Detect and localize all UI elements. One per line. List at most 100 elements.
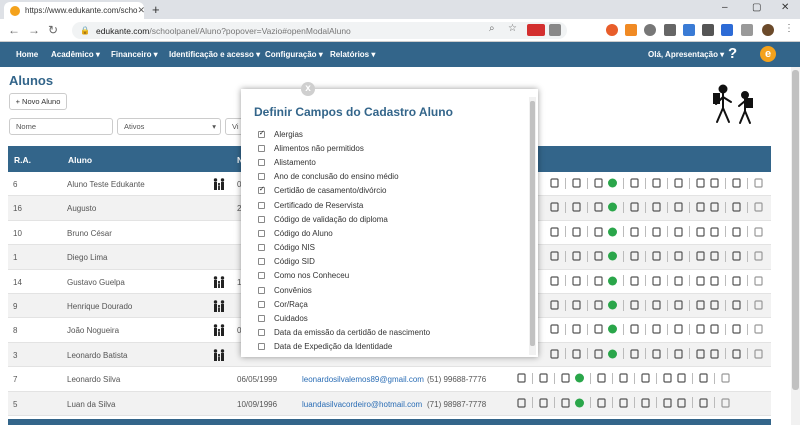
checkbox[interactable] <box>258 201 265 209</box>
extension-icon[interactable] <box>664 24 676 36</box>
mail-icon[interactable] <box>596 372 607 384</box>
field-option[interactable]: Certificado de Reservista <box>258 198 528 212</box>
trash-icon[interactable] <box>753 250 764 262</box>
whatsapp-icon[interactable] <box>607 201 618 213</box>
id-card-icon[interactable] <box>549 250 560 262</box>
trash-icon[interactable] <box>753 177 764 189</box>
clipboard-check-icon[interactable] <box>593 250 604 262</box>
whatsapp-icon[interactable] <box>607 275 618 287</box>
search-icon[interactable] <box>709 250 720 262</box>
id-card-icon[interactable] <box>549 275 560 287</box>
nav-financeiro[interactable]: Financeiro ▾ <box>111 50 158 59</box>
link-icon[interactable] <box>731 177 742 189</box>
whatsapp-icon[interactable] <box>607 348 618 360</box>
checkbox[interactable] <box>258 158 265 166</box>
field-option[interactable]: Código de validação do diploma <box>258 212 528 226</box>
close-tab-icon[interactable]: ✕ <box>138 5 146 16</box>
nav-academico[interactable]: Acadêmico ▾ <box>51 50 100 59</box>
id-card-icon[interactable] <box>549 348 560 360</box>
clipboard-check-icon[interactable] <box>593 275 604 287</box>
field-option[interactable]: Código NIS <box>258 241 528 255</box>
link-icon[interactable] <box>698 372 709 384</box>
checkbox[interactable] <box>258 286 265 294</box>
field-option[interactable]: Cor/Raça <box>258 297 528 311</box>
whatsapp-icon[interactable] <box>607 299 618 311</box>
book-icon[interactable] <box>571 177 582 189</box>
trash-icon[interactable] <box>720 372 731 384</box>
attach-icon[interactable] <box>651 299 662 311</box>
extension-badge-icon[interactable] <box>527 24 545 36</box>
clipboard-check-icon[interactable] <box>593 323 604 335</box>
checkbox[interactable] <box>258 258 265 266</box>
extension-icon[interactable] <box>721 24 733 36</box>
attach-icon[interactable] <box>651 177 662 189</box>
sign-icon[interactable] <box>695 177 706 189</box>
checkbox[interactable] <box>258 173 265 181</box>
attach-icon[interactable] <box>651 201 662 213</box>
mail-icon[interactable] <box>596 397 607 409</box>
whatsapp-icon[interactable] <box>607 177 618 189</box>
minimize-button[interactable]: – <box>722 2 728 13</box>
link-icon[interactable] <box>731 201 742 213</box>
sign-icon[interactable] <box>695 323 706 335</box>
clipboard-check-icon[interactable] <box>593 177 604 189</box>
mail-icon[interactable] <box>629 250 640 262</box>
checkbox[interactable] <box>258 215 265 223</box>
book-icon[interactable] <box>571 323 582 335</box>
id-card-icon[interactable] <box>549 201 560 213</box>
checkbox[interactable] <box>258 272 265 280</box>
id-card-icon[interactable] <box>549 177 560 189</box>
photo-icon[interactable] <box>673 177 684 189</box>
id-card-icon[interactable] <box>549 323 560 335</box>
modal-close-button[interactable]: x <box>301 82 315 96</box>
link-icon[interactable] <box>731 275 742 287</box>
mail-icon[interactable] <box>629 323 640 335</box>
sign-icon[interactable] <box>695 299 706 311</box>
attach-icon[interactable] <box>618 372 629 384</box>
checkbox[interactable] <box>258 329 265 337</box>
whatsapp-icon[interactable] <box>574 372 585 384</box>
id-card-icon[interactable] <box>549 299 560 311</box>
book-icon[interactable] <box>571 299 582 311</box>
attach-icon[interactable] <box>651 348 662 360</box>
attach-icon[interactable] <box>651 275 662 287</box>
whatsapp-icon[interactable] <box>607 250 618 262</box>
sign-icon[interactable] <box>695 226 706 238</box>
book-icon[interactable] <box>571 275 582 287</box>
cell-name[interactable]: Aluno Teste Edukante <box>67 180 145 189</box>
cell-name[interactable]: Augusto <box>67 204 96 213</box>
clipboard-check-icon[interactable] <box>560 372 571 384</box>
search-icon[interactable] <box>709 348 720 360</box>
bookmark-star-icon[interactable]: ☆ <box>508 23 517 34</box>
book-icon[interactable] <box>571 201 582 213</box>
extension-icon[interactable] <box>625 24 637 36</box>
user-menu[interactable]: Olá, Apresentação ▾ <box>648 50 724 59</box>
id-card-icon[interactable] <box>516 372 527 384</box>
name-filter-input[interactable]: Nome <box>9 118 113 135</box>
sign-icon[interactable] <box>695 201 706 213</box>
checkbox[interactable] <box>258 315 265 323</box>
cell-email[interactable]: leonardosilvalemos89@gmail.com <box>302 375 424 384</box>
link-icon[interactable] <box>731 250 742 262</box>
trash-icon[interactable] <box>753 323 764 335</box>
trash-icon[interactable] <box>753 299 764 311</box>
checkbox[interactable] <box>258 244 265 252</box>
table-row[interactable]: 5 Luan da Silva 10/09/1996 luandasilvacorde… <box>8 391 771 416</box>
sign-icon[interactable] <box>695 275 706 287</box>
search-icon[interactable] <box>709 323 720 335</box>
attach-icon[interactable] <box>651 323 662 335</box>
field-option[interactable]: Código do Aluno <box>258 226 528 240</box>
mail-icon[interactable] <box>629 275 640 287</box>
extension-icon[interactable] <box>702 24 714 36</box>
sign-icon[interactable] <box>662 372 673 384</box>
field-option[interactable]: Alistamento <box>258 155 528 169</box>
photo-icon[interactable] <box>673 348 684 360</box>
menu-icon[interactable]: ⋮ <box>784 23 794 34</box>
mail-icon[interactable] <box>629 348 640 360</box>
checkbox[interactable] <box>258 229 265 237</box>
search-icon[interactable] <box>709 275 720 287</box>
field-option[interactable]: Ano de conclusão do ensino médio <box>258 170 528 184</box>
photo-icon[interactable] <box>673 201 684 213</box>
field-option[interactable]: Alimentos não permitidos <box>258 141 528 155</box>
checkbox[interactable] <box>258 144 265 152</box>
